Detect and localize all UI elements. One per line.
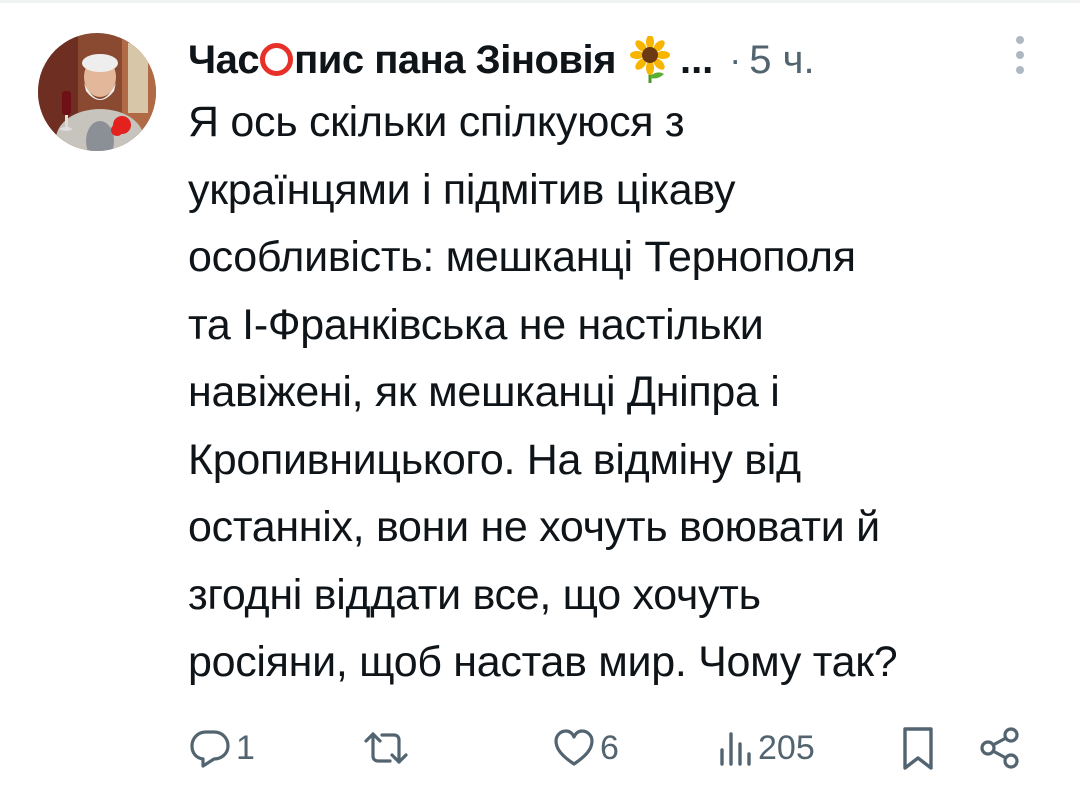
dot-separator: · — [729, 39, 742, 80]
author-avatar[interactable] — [38, 33, 156, 151]
views-button[interactable]: 205 — [714, 718, 815, 778]
sunflower-icon — [628, 35, 672, 84]
more-options-icon[interactable] — [1011, 36, 1029, 82]
person-portrait-avatar-icon — [38, 33, 156, 151]
views-chart-icon — [720, 732, 751, 766]
post-header: Час пис пана Зіновія ... · 5 ч. — [188, 32, 1048, 88]
name-ellipsis: ... — [679, 37, 714, 82]
bottom-divider — [0, 796, 1080, 811]
like-button[interactable]: 6 — [552, 718, 619, 778]
repost-button[interactable] — [362, 718, 414, 778]
heart-icon — [554, 729, 594, 766]
action-bar: 1 6 205 — [0, 718, 1080, 778]
like-count: 6 — [600, 728, 619, 767]
post[interactable]: Час пис пана Зіновія ... · 5 ч. Я ось ск… — [0, 0, 1080, 811]
post-text: Я ось скільки спілкуюся з українцями і п… — [188, 98, 898, 686]
share-button[interactable] — [978, 718, 1022, 778]
author-name-part1: Час — [188, 37, 260, 82]
red-ring-icon — [260, 43, 294, 77]
bookmark-icon — [903, 727, 933, 770]
bookmark-button[interactable] — [898, 718, 938, 778]
reply-button[interactable]: 1 — [188, 718, 255, 778]
author-name-part2: пис пана Зіновія — [294, 37, 616, 82]
post-time[interactable]: 5 ч. — [749, 38, 814, 83]
repost-icon — [364, 732, 408, 764]
author-name[interactable]: Час пис пана Зіновія — [188, 38, 616, 83]
reply-icon — [190, 730, 230, 768]
views-count: 205 — [758, 728, 815, 767]
share-icon — [980, 727, 1019, 769]
reply-count: 1 — [236, 728, 255, 767]
